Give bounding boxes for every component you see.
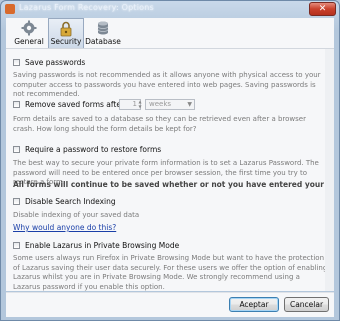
- remove-saved-forms-description: Form details are saved to a database so …: [13, 115, 306, 133]
- database-icon: [97, 21, 109, 35]
- save-passwords-checkbox[interactable]: [13, 59, 20, 66]
- password-note: All forms will continue to be saved whet…: [13, 180, 334, 189]
- options-window: Lazarus Form Recovery: Options ✕ General…: [0, 0, 340, 321]
- title-bar[interactable]: Lazarus Form Recovery: Options ✕: [1, 1, 339, 17]
- lock-icon: [60, 21, 72, 37]
- private-browsing-label[interactable]: Enable Lazarus in Private Browsing Mode: [25, 241, 179, 250]
- require-password-checkbox[interactable]: [13, 146, 20, 153]
- private-browsing-checkbox[interactable]: [13, 242, 20, 249]
- gear-icon: [21, 20, 37, 36]
- save-passwords-label[interactable]: Save passwords: [25, 58, 85, 67]
- tab-general[interactable]: General: [10, 18, 48, 48]
- tab-label: Security: [50, 37, 82, 46]
- cancel-button[interactable]: Cancelar: [284, 297, 329, 312]
- remove-saved-forms-label[interactable]: Remove saved forms after: [25, 100, 124, 109]
- private-browsing-description: Some users always run Firefox in Private…: [13, 254, 328, 291]
- security-panel: Save passwords Saving passwords is not r…: [6, 49, 334, 291]
- window-title: Lazarus Form Recovery: Options: [19, 3, 154, 12]
- save-passwords-description: Saving passwords is not recommended as i…: [13, 71, 321, 98]
- app-icon: [5, 4, 15, 14]
- scrollbar[interactable]: [325, 49, 334, 291]
- tab-database[interactable]: Database: [85, 18, 121, 48]
- disable-search-indexing-checkbox[interactable]: [13, 198, 20, 205]
- tab-label: Database: [85, 37, 121, 46]
- options-tabbar: General Security Database: [6, 18, 334, 49]
- dialog-footer: Aceptar Cancelar: [6, 292, 334, 317]
- disable-search-indexing-description: Disable indexing of your saved data: [13, 211, 140, 219]
- remove-saved-forms-checkbox[interactable]: [13, 101, 20, 108]
- close-button[interactable]: ✕: [309, 2, 336, 16]
- chevron-down-icon: ▼: [187, 101, 192, 108]
- tab-label: General: [14, 37, 44, 46]
- why-disable-indexing-link[interactable]: Why would anyone do this?: [13, 223, 116, 232]
- accept-button[interactable]: Aceptar: [229, 297, 279, 312]
- spinner-arrows[interactable]: ▲ ▼: [137, 99, 143, 110]
- tab-security[interactable]: Security: [48, 18, 84, 48]
- require-password-label[interactable]: Require a password to restore forms: [25, 145, 161, 154]
- remove-after-unit-select[interactable]: weeks ▼: [145, 99, 195, 110]
- remove-after-unit-value: weeks: [149, 100, 172, 108]
- disable-search-indexing-label[interactable]: Disable Search Indexing: [25, 197, 116, 206]
